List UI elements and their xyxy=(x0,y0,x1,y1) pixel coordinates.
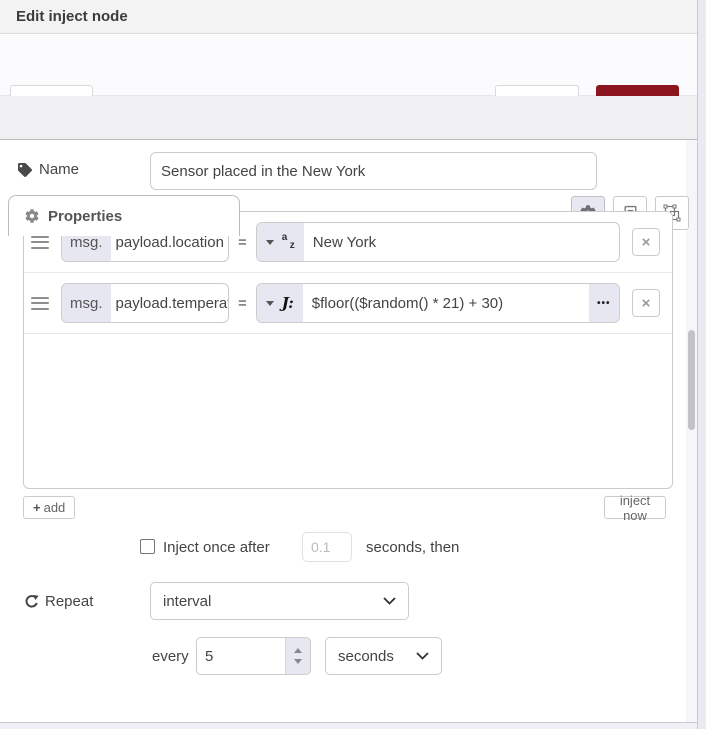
tag-icon xyxy=(18,162,32,177)
jsonata-type-icon: J: xyxy=(281,294,294,312)
every-value-input[interactable]: 5 xyxy=(197,638,285,674)
msg-property-field[interactable]: msg. payload.temperature xyxy=(61,283,229,323)
dialog-bottom-strip xyxy=(0,723,697,729)
string-type-icon: az xyxy=(281,232,295,251)
inject-once-label: Inject once after xyxy=(163,539,270,556)
dialog-button-bar: Delete Cancel Done xyxy=(0,35,697,123)
value-input[interactable]: New York xyxy=(304,223,619,261)
number-spinner[interactable] xyxy=(285,638,310,674)
workspace-edge-strip xyxy=(697,0,706,729)
typed-input[interactable]: J: $floor(($random() * 21) + 30) ••• xyxy=(255,283,620,323)
msg-key-input[interactable]: payload.temperature xyxy=(111,284,228,322)
properties-tab-label: Properties xyxy=(48,207,123,225)
scrollbar[interactable] xyxy=(686,96,697,723)
scrollbar-thumb[interactable] xyxy=(688,330,695,430)
drag-handle-icon[interactable] xyxy=(31,235,49,249)
msg-prefix-label: msg. xyxy=(62,284,111,322)
editor-tab-bar: Properties xyxy=(0,96,697,236)
inject-once-delay-input[interactable] xyxy=(302,532,352,562)
repeat-label: Repeat xyxy=(24,593,93,610)
close-icon: × xyxy=(641,294,651,312)
repeat-select[interactable]: interval xyxy=(150,582,409,620)
remove-row-button[interactable]: × xyxy=(632,228,660,256)
typed-input[interactable]: az New York xyxy=(255,222,620,262)
tab-properties[interactable]: Properties xyxy=(8,195,240,236)
every-label: every xyxy=(152,648,189,665)
chevron-down-icon xyxy=(416,652,429,660)
inject-once-suffix-label: seconds, then xyxy=(366,539,460,556)
expression-expand-button[interactable]: ••• xyxy=(588,284,619,322)
type-select-button[interactable]: J: xyxy=(256,284,303,322)
equals-sign: = xyxy=(238,294,247,312)
name-label: Name xyxy=(18,161,79,178)
value-input[interactable]: $floor(($random() * 21) + 30) xyxy=(303,284,589,322)
dialog-title: Edit inject node xyxy=(0,0,697,34)
every-units-select[interactable]: seconds xyxy=(325,637,442,675)
drag-handle-icon[interactable] xyxy=(31,296,49,310)
every-value-stepper[interactable]: 5 xyxy=(196,637,311,675)
add-row-button[interactable]: + add xyxy=(23,496,76,519)
plus-icon: + xyxy=(33,500,41,515)
caret-down-icon xyxy=(265,300,274,306)
name-input[interactable] xyxy=(150,152,597,190)
type-select-button[interactable]: az xyxy=(256,223,304,261)
equals-sign: = xyxy=(238,233,247,251)
chevron-down-icon xyxy=(383,597,396,605)
inject-now-button[interactable]: inject now xyxy=(604,493,666,523)
inject-once-checkbox[interactable] xyxy=(140,539,155,554)
spinner-up-icon[interactable] xyxy=(294,648,302,653)
props-list: msg. payload.location = az New York × ms… xyxy=(23,211,673,489)
caret-down-icon xyxy=(265,239,274,245)
close-icon: × xyxy=(641,233,651,251)
spinner-down-icon[interactable] xyxy=(294,659,302,664)
prop-row-temperature: msg. payload.temperature = J: $floor(($r… xyxy=(24,273,672,334)
repeat-icon xyxy=(24,594,39,609)
edit-inject-node-dialog: Edit inject node Delete Cancel Done xyxy=(0,0,706,729)
gear-icon xyxy=(25,209,39,223)
remove-row-button[interactable]: × xyxy=(632,289,660,317)
